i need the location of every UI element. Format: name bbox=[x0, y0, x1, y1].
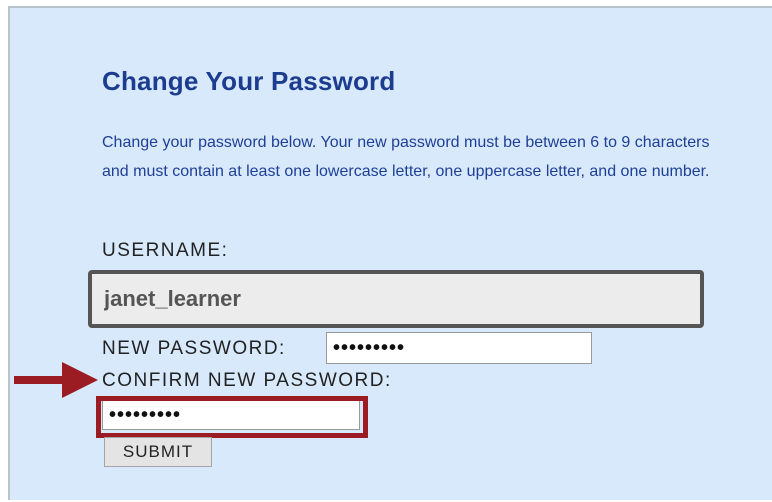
new-password-field[interactable] bbox=[326, 332, 592, 364]
screenshot-frame: Change Your Password Change your passwor… bbox=[0, 0, 772, 502]
arrow-shaft bbox=[14, 376, 66, 384]
page-title: Change Your Password bbox=[102, 66, 396, 96]
username-label: USERNAME: bbox=[102, 240, 229, 261]
new-password-label: NEW PASSWORD: bbox=[102, 338, 286, 359]
right-arrow-icon bbox=[14, 362, 98, 398]
password-instructions: Change your password below. Your new pas… bbox=[102, 134, 710, 180]
confirm-password-label: CONFIRM NEW PASSWORD: bbox=[102, 370, 392, 391]
username-field[interactable] bbox=[88, 270, 704, 328]
arrow-head bbox=[62, 362, 98, 398]
confirm-password-field[interactable] bbox=[102, 400, 360, 430]
submit-button[interactable]: SUBMIT bbox=[104, 437, 212, 467]
